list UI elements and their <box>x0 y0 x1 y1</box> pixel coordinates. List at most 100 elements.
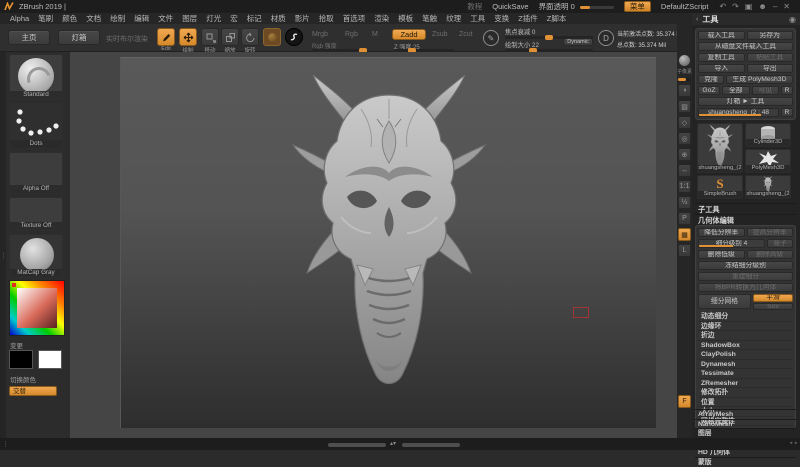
menu-item[interactable]: 标记 <box>247 13 262 24</box>
color-picker-inner[interactable] <box>17 288 57 328</box>
del-higher-button[interactable]: 删除高级 <box>747 250 794 259</box>
store-icon[interactable]: ▣ <box>745 2 753 11</box>
load-tool-button[interactable]: 载入工具 <box>698 31 745 40</box>
higher-res-button[interactable]: 提高分辨率 <box>747 228 794 237</box>
back-arrow-icon[interactable]: ‹ <box>696 16 698 23</box>
redo-icon[interactable]: ↷ <box>732 2 739 11</box>
menu-item[interactable]: Alpha <box>10 14 29 23</box>
lightbox-button[interactable]: 灯箱 <box>58 30 100 45</box>
bottom-corner-icons[interactable]: ▪ ▪ <box>790 440 797 447</box>
fill-toggle-button[interactable]: 交替 <box>9 386 57 396</box>
menu-item[interactable]: 材质 <box>271 13 286 24</box>
left-tray-divider[interactable]: ⋮ <box>0 52 6 438</box>
freeze-subdivision-button[interactable]: 冻结细分级别 <box>698 261 793 270</box>
tool-thumb-simplebrush[interactable]: S SimpleBrush <box>697 175 743 199</box>
live-boolean-toggle[interactable]: 实时布尔渲染 <box>106 34 148 44</box>
geometry-subsection-header[interactable]: ClayPolish <box>698 350 793 360</box>
switch-color-button[interactable]: 切换颜色 <box>10 374 36 384</box>
canvas-hscroll-right[interactable] <box>402 443 460 447</box>
m-button[interactable]: M <box>372 31 378 38</box>
menu-item[interactable]: 首选项 <box>343 13 366 24</box>
menu-item[interactable]: Z脚本 <box>547 13 567 24</box>
geometry-subsection-header[interactable]: 折边 <box>698 331 793 341</box>
make-polymesh3d-button[interactable]: 生成 PolyMesh3D <box>726 75 793 84</box>
tool-thumb-polymesh[interactable]: PolyMesh3D <box>745 149 791 173</box>
load-from-file-button[interactable]: 从磁盘文件载入工具 <box>698 42 793 51</box>
actual-size-icon[interactable]: 1:1 <box>678 180 691 193</box>
tutorials-button[interactable]: 教程 <box>467 1 482 12</box>
home-button[interactable]: 主页 <box>8 30 50 45</box>
frame-icon[interactable]: F <box>678 395 691 408</box>
ghost-icon[interactable]: ◇ <box>678 116 691 129</box>
scale-mode-button[interactable] <box>221 28 239 46</box>
tool-section-header[interactable]: 图层 <box>695 428 796 438</box>
menus-button[interactable]: 菜单 <box>624 1 651 12</box>
smt-toggle[interactable]: 平滑 <box>753 294 793 302</box>
tool-slots-slider[interactable]: shuangsheng_(2 : 48 <box>698 108 779 117</box>
dynamic-button[interactable]: Dynamic <box>563 38 593 46</box>
current-tool-thumb[interactable]: shuangsheng_(2 <box>697 123 743 173</box>
geometry-subsection-header[interactable]: ShadowBox <box>698 341 793 351</box>
stroke-preview-icon[interactable] <box>285 28 303 46</box>
copy-tool-button[interactable]: 复制工具 <box>698 53 745 62</box>
tool-thumb-skull[interactable]: shuangsheng_(2 <box>745 175 791 199</box>
cage-button[interactable]: 笼子 <box>767 239 793 248</box>
menu-item[interactable]: 编辑 <box>134 13 149 24</box>
menu-item[interactable]: 变换 <box>494 13 509 24</box>
geometry-subsection-header[interactable]: 修改拓扑 <box>698 388 793 398</box>
geometry-subsection-header[interactable]: 边缘环 <box>698 322 793 332</box>
current-material-thumb[interactable]: MatCap Gray <box>9 234 63 278</box>
see-through-slider[interactable]: 界面透明 0 <box>539 1 614 12</box>
move-mode-button[interactable] <box>201 28 219 46</box>
paste-tool-button[interactable]: 粘贴工具 <box>747 53 794 62</box>
menu-item[interactable]: 渲染 <box>374 13 389 24</box>
convert-bpr-button[interactable]: 将BPR转换为几何体 <box>698 283 793 292</box>
menu-item[interactable]: 笔触 <box>422 13 437 24</box>
geometry-subsection-header[interactable]: 动态细分 <box>698 312 793 322</box>
color-picker[interactable] <box>9 280 65 336</box>
del-lower-button[interactable]: 删除低级 <box>698 250 745 259</box>
menu-item[interactable]: 模板 <box>398 13 413 24</box>
rgb-button[interactable]: Rgb <box>345 31 358 38</box>
menu-item[interactable]: 工具 <box>470 13 485 24</box>
bpr-sphere-icon[interactable] <box>678 54 691 67</box>
undo-icon[interactable]: ↶ <box>719 2 726 11</box>
clone-button[interactable]: 克隆 <box>698 75 724 84</box>
sculptris-pro-button[interactable] <box>263 28 281 46</box>
menu-item[interactable]: 纹理 <box>446 13 461 24</box>
local-symmetry-icon[interactable]: L <box>678 244 691 257</box>
menu-item[interactable]: 文档 <box>86 13 101 24</box>
persp-icon[interactable]: P <box>678 212 691 225</box>
solo-icon[interactable]: ◎ <box>678 132 691 145</box>
current-brush-thumb[interactable]: Standard <box>9 54 63 100</box>
goz-r-button[interactable]: R <box>781 86 793 95</box>
current-texture-thumb[interactable]: Texture Off <box>9 197 63 231</box>
aa-half-icon[interactable]: ½ <box>678 196 691 209</box>
lightbox-tools-button[interactable]: 灯箱 ► 工具 <box>698 97 793 106</box>
lower-res-button[interactable]: 降低分辨率 <box>698 228 745 237</box>
current-alpha-thumb[interactable]: Alpha Off <box>9 152 63 194</box>
secondary-color-swatch[interactable] <box>38 350 62 369</box>
save-as-button[interactable]: 另存为 <box>747 31 794 40</box>
bottom-tray-handle[interactable]: ⋮ <box>2 440 9 448</box>
floor-icon[interactable]: ▦ <box>678 228 691 241</box>
divide-button[interactable]: 细分网格 <box>698 294 751 309</box>
tool-section-header[interactable]: ArrayMesh <box>695 409 796 419</box>
quicksave-button[interactable]: QuickSave <box>492 2 528 11</box>
edit-mode-button[interactable] <box>157 28 175 46</box>
canvas-scroll-arrows[interactable]: ▴▾ <box>390 440 396 447</box>
scroll-icon[interactable]: ↔ <box>678 164 691 177</box>
current-stroke-thumb[interactable]: Dots <box>9 103 63 149</box>
zoom-icon[interactable]: ⊕ <box>678 148 691 161</box>
goz-all-button[interactable]: 全部 <box>722 86 750 95</box>
menu-item[interactable]: 绘制 <box>110 13 125 24</box>
canvas-hscroll-left[interactable] <box>328 443 386 447</box>
menu-item[interactable]: 图层 <box>182 13 197 24</box>
sculpt-model-skull[interactable] <box>289 69 489 399</box>
export-button[interactable]: 导出 <box>747 64 794 73</box>
geometry-subsection-header[interactable]: ZRemesher <box>698 379 793 389</box>
zcut-button[interactable]: Zcut <box>459 31 473 38</box>
bpr-render-icon[interactable]: ◑ <box>678 84 691 97</box>
transparency-icon[interactable]: ▨ <box>678 100 691 113</box>
menu-item[interactable]: Z插件 <box>518 13 538 24</box>
